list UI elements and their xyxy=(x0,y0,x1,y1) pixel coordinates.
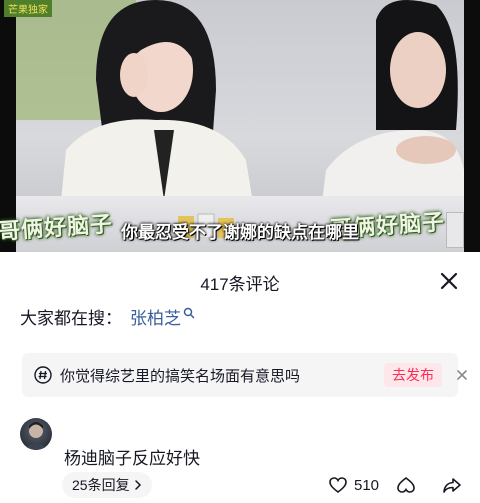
like-button[interactable]: 510 xyxy=(328,474,379,496)
video-subtitle: 你最忍受不了谢娜的缺点在哪里 xyxy=(121,223,359,242)
comments-sheet: 417条评论 大家都在搜： 张柏芝 你觉得综艺里的搞笑名场面有意思吗 去发布 杨… xyxy=(0,252,480,503)
hot-search-row: 大家都在搜： 张柏芝 xyxy=(20,304,195,329)
dismiss-topic-icon[interactable] xyxy=(454,367,470,383)
replies-label: 25条回复 xyxy=(72,477,130,493)
chevron-right-icon xyxy=(134,480,141,490)
publish-button[interactable]: 去发布 xyxy=(384,363,442,387)
search-icon xyxy=(183,307,195,318)
dislike-icon[interactable] xyxy=(396,475,416,495)
topic-prompt-bar[interactable]: 你觉得综艺里的搞笑名场面有意思吗 去发布 xyxy=(22,353,467,397)
avatar-image xyxy=(24,422,48,450)
view-replies-button[interactable]: 25条回复 xyxy=(62,472,152,498)
comment-text: 杨迪脑子反应好快 xyxy=(64,449,200,468)
share-icon[interactable] xyxy=(442,475,462,495)
topic-prompt-text: 你觉得综艺里的搞笑名场面有意思吗 xyxy=(60,368,301,385)
hot-search-prefix: 大家都在搜： xyxy=(20,309,122,328)
avatar[interactable] xyxy=(20,418,52,450)
hot-search-link[interactable]: 张柏芝 xyxy=(130,304,181,329)
video-player[interactable]: 芒果独家 哥俩好脑子 哥俩好脑子 你最忍受不了谢娜的缺点在哪里 xyxy=(0,0,480,252)
heart-icon xyxy=(329,477,347,494)
corner-tag: 芒果独家 xyxy=(4,0,52,17)
close-icon[interactable] xyxy=(438,270,460,292)
comments-title: 417条评论 xyxy=(200,275,280,294)
like-count: 510 xyxy=(354,476,380,494)
hashtag-icon xyxy=(34,366,52,384)
